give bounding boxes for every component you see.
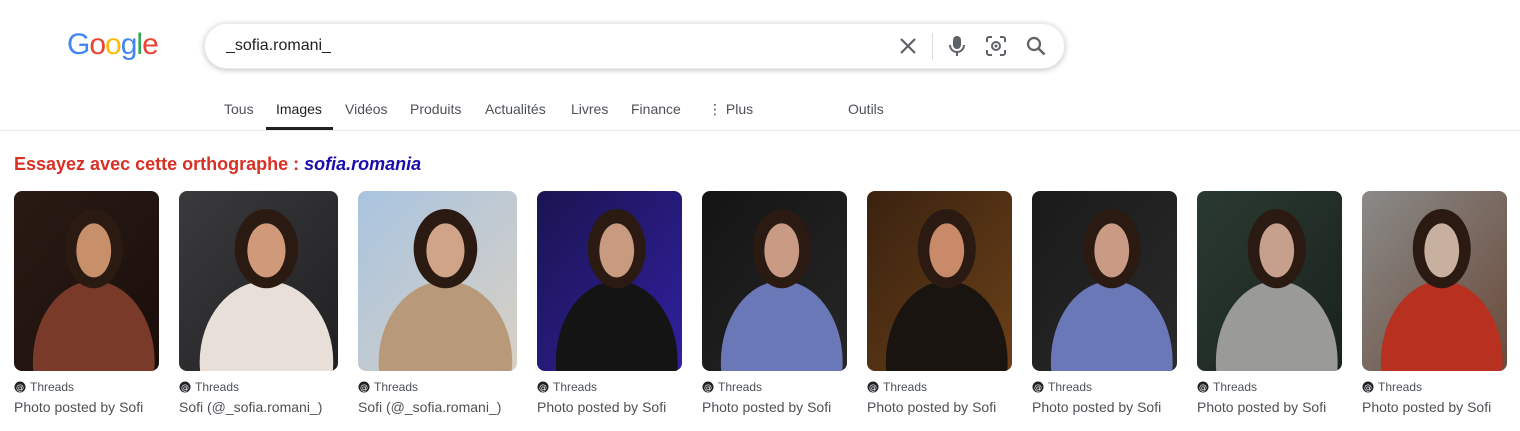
logo-letter: o bbox=[89, 28, 106, 61]
result-source[interactable]: @ Threads bbox=[358, 380, 517, 394]
result-thumbnail[interactable] bbox=[1032, 191, 1177, 371]
image-result[interactable]: @ Threads Photo posted by Sofi bbox=[867, 191, 1012, 415]
logo-letter: o bbox=[105, 28, 122, 61]
threads-icon: @ bbox=[1197, 381, 1209, 393]
result-caption[interactable]: Photo posted by Sofi bbox=[867, 399, 1012, 415]
svg-text:@: @ bbox=[1199, 383, 1207, 392]
result-source-name: Threads bbox=[553, 380, 598, 394]
result-thumbnail[interactable] bbox=[179, 191, 338, 371]
active-tab-indicator bbox=[266, 127, 333, 130]
result-caption[interactable]: Sofi (@_sofia.romani_) bbox=[358, 399, 517, 415]
result-thumbnail[interactable] bbox=[1197, 191, 1342, 371]
tab-tous[interactable]: Tous bbox=[224, 101, 254, 117]
result-thumbnail[interactable] bbox=[702, 191, 847, 371]
result-source[interactable]: @ Threads bbox=[537, 380, 682, 394]
result-source-name: Threads bbox=[718, 380, 763, 394]
search-box bbox=[204, 23, 1065, 69]
clear-icon[interactable] bbox=[895, 33, 921, 59]
search-icon[interactable] bbox=[1023, 33, 1049, 59]
tab-images[interactable]: Images bbox=[276, 101, 322, 117]
result-caption[interactable]: Photo posted by Sofi bbox=[702, 399, 847, 415]
result-source-name: Threads bbox=[30, 380, 75, 394]
logo-letter: e bbox=[142, 28, 159, 61]
logo-letter: g bbox=[120, 28, 138, 61]
result-thumbnail[interactable] bbox=[537, 191, 682, 371]
threads-icon: @ bbox=[537, 381, 549, 393]
search-input[interactable] bbox=[226, 24, 866, 68]
result-source[interactable]: @ Threads bbox=[179, 380, 338, 394]
svg-text:@: @ bbox=[1034, 383, 1042, 392]
spelling-prefix: Essayez avec cette orthographe : bbox=[14, 154, 305, 174]
result-thumbnail[interactable] bbox=[867, 191, 1012, 371]
svg-text:@: @ bbox=[181, 383, 189, 392]
spelling-suggestion: Essayez avec cette orthographe : sofia.r… bbox=[14, 154, 421, 175]
result-source[interactable]: @ Threads bbox=[1032, 380, 1177, 394]
image-result[interactable]: @ Threads Photo posted by Sofi bbox=[1032, 191, 1177, 415]
result-source[interactable]: @ Threads bbox=[702, 380, 847, 394]
result-caption[interactable]: Photo posted by Sofi bbox=[1362, 399, 1507, 415]
threads-icon: @ bbox=[867, 381, 879, 393]
svg-text:@: @ bbox=[1364, 383, 1372, 392]
search-tabs: Tous Images Vidéos Produits Actualités L… bbox=[0, 90, 1520, 131]
result-source-name: Threads bbox=[1048, 380, 1093, 394]
tab-produits[interactable]: Produits bbox=[410, 101, 461, 117]
result-thumbnail[interactable] bbox=[1362, 191, 1507, 371]
threads-icon: @ bbox=[702, 381, 714, 393]
threads-icon: @ bbox=[14, 381, 26, 393]
image-result[interactable]: @ Threads Sofi (@_sofia.romani_) bbox=[179, 191, 338, 415]
tab-finance[interactable]: Finance bbox=[631, 101, 681, 117]
result-caption[interactable]: Photo posted by Sofi bbox=[14, 399, 159, 415]
lens-camera-icon[interactable] bbox=[983, 33, 1009, 59]
tab-outils[interactable]: Outils bbox=[848, 101, 884, 117]
image-result[interactable]: @ Threads Sofi (@_sofia.romani_) bbox=[358, 191, 517, 415]
result-source-name: Threads bbox=[883, 380, 928, 394]
microphone-icon[interactable] bbox=[944, 33, 970, 59]
logo-letter: G bbox=[67, 28, 90, 61]
result-source[interactable]: @ Threads bbox=[1362, 380, 1507, 394]
spelling-suggestion-link[interactable]: sofia.romania bbox=[304, 154, 421, 174]
threads-icon: @ bbox=[1362, 381, 1374, 393]
svg-text:@: @ bbox=[360, 383, 368, 392]
tab-livres[interactable]: Livres bbox=[571, 101, 608, 117]
result-caption[interactable]: Sofi (@_sofia.romani_) bbox=[179, 399, 338, 415]
result-source[interactable]: @ Threads bbox=[1197, 380, 1342, 394]
threads-icon: @ bbox=[1032, 381, 1044, 393]
google-logo[interactable]: Google bbox=[67, 28, 159, 61]
result-caption[interactable]: Photo posted by Sofi bbox=[1197, 399, 1342, 415]
threads-icon: @ bbox=[179, 381, 191, 393]
result-source[interactable]: @ Threads bbox=[867, 380, 1012, 394]
result-source[interactable]: @ Threads bbox=[14, 380, 159, 394]
tab-plus[interactable]: ⋮ Plus bbox=[708, 101, 753, 118]
image-result[interactable]: @ Threads Photo posted by Sofi bbox=[537, 191, 682, 415]
result-caption[interactable]: Photo posted by Sofi bbox=[1032, 399, 1177, 415]
tab-videos[interactable]: Vidéos bbox=[345, 101, 388, 117]
threads-icon: @ bbox=[358, 381, 370, 393]
result-source-name: Threads bbox=[374, 380, 419, 394]
result-source-name: Threads bbox=[1378, 380, 1423, 394]
image-result[interactable]: @ Threads Photo posted by Sofi bbox=[14, 191, 159, 415]
svg-text:@: @ bbox=[539, 383, 547, 392]
result-source-name: Threads bbox=[1213, 380, 1258, 394]
result-thumbnail[interactable] bbox=[358, 191, 517, 371]
svg-text:@: @ bbox=[869, 383, 877, 392]
tab-actualites[interactable]: Actualités bbox=[485, 101, 546, 117]
svg-text:@: @ bbox=[704, 383, 712, 392]
image-result[interactable]: @ Threads Photo posted by Sofi bbox=[702, 191, 847, 415]
search-divider bbox=[932, 33, 933, 60]
result-thumbnail[interactable] bbox=[14, 191, 159, 371]
result-source-name: Threads bbox=[195, 380, 240, 394]
image-result[interactable]: @ Threads Photo posted by Sofi bbox=[1197, 191, 1342, 415]
image-result[interactable]: @ Threads Photo posted by Sofi bbox=[1362, 191, 1507, 415]
result-caption[interactable]: Photo posted by Sofi bbox=[537, 399, 682, 415]
svg-text:@: @ bbox=[16, 383, 24, 392]
